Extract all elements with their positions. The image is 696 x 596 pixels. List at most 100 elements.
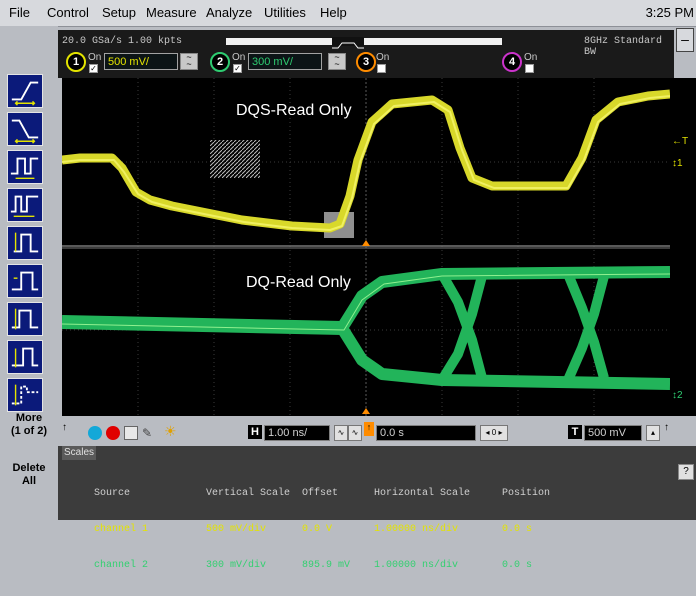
setup-hold-icon xyxy=(11,271,39,291)
transition-icon xyxy=(11,384,39,406)
rising-edge-icon xyxy=(11,81,39,106)
waveform-display[interactable]: DQS-Read Only DQ-Read Only xyxy=(62,78,670,416)
channel-1-icon[interactable]: 1 xyxy=(66,52,86,72)
trigger-slope-icon[interactable]: ↑ xyxy=(664,422,669,433)
waveform-mini-icon xyxy=(332,42,364,49)
clock: 3:25 PM xyxy=(645,5,694,20)
transition-trigger-button[interactable] xyxy=(7,378,43,412)
scales-source-header: Source xyxy=(94,488,131,499)
channel-2-scale-field[interactable]: 300 mV/ xyxy=(248,53,322,70)
help-button[interactable]: ? xyxy=(678,464,694,480)
channel-2-level-marker[interactable]: ↕2 xyxy=(672,390,683,401)
delete-all-label: All xyxy=(21,475,37,487)
rising-edge-trigger-button[interactable] xyxy=(7,74,43,108)
scales-row-2-vertical: 300 mV/div xyxy=(206,560,267,571)
horizontal-increase-button[interactable]: ∿ xyxy=(348,425,362,441)
horizontal-scale-field[interactable]: 1.00 ns/ xyxy=(264,425,330,441)
menu-utilities[interactable]: Utilities xyxy=(264,5,306,20)
pulse-width-trigger-button[interactable] xyxy=(7,150,43,184)
channel-4-checkbox[interactable] xyxy=(525,64,534,73)
channel-1-level-marker[interactable]: ↕1 xyxy=(672,158,683,169)
channel-2-coupling-button[interactable]: ~ ~ xyxy=(328,53,346,70)
channel-1-coupling-button[interactable]: ~ ~ xyxy=(180,53,198,70)
run-icon[interactable] xyxy=(88,426,102,440)
channel-1-checkbox[interactable]: ✓ xyxy=(89,64,98,73)
channel-2-checkbox[interactable]: ✓ xyxy=(233,64,242,73)
trigger-level-field[interactable]: 500 mV xyxy=(584,425,642,441)
waveform-grid xyxy=(62,78,670,416)
falling-edge-trigger-button[interactable] xyxy=(7,112,43,146)
menu-file[interactable]: File xyxy=(9,5,30,20)
menu-setup[interactable]: Setup xyxy=(102,5,136,20)
clear-display-icon[interactable]: ✎ xyxy=(142,426,156,440)
scales-row-1-horizontal: 1.00000 ns/div xyxy=(374,524,459,535)
sample-rate-readout: 20.0 GSa/s 1.00 kpts xyxy=(62,36,183,47)
scales-row-1-offset: 0.0 V xyxy=(302,524,333,535)
channel-3-checkbox[interactable] xyxy=(377,64,386,73)
delay-stepper[interactable]: ◂ 0 ▸ xyxy=(480,425,508,441)
horizontal-decrease-button[interactable]: ∿ xyxy=(334,425,348,441)
channel-1-scale-field[interactable]: 500 mV/ xyxy=(104,53,178,70)
delay-marker-icon: ↑ xyxy=(364,422,374,436)
trigger-level-marker[interactable]: ←T xyxy=(672,136,688,147)
mask-region-hatched xyxy=(210,140,260,178)
autoscale-icon[interactable]: ☀ xyxy=(164,423,178,439)
trigger-level-stepper[interactable]: ▴ xyxy=(646,425,660,441)
menu-measure[interactable]: Measure xyxy=(146,5,197,20)
scales-row-1-position: 0.0 s xyxy=(502,524,533,535)
scales-offset-header: Offset xyxy=(302,488,339,499)
horizontal-label: H xyxy=(248,425,262,439)
scales-row-2-horizontal: 1.00000 ns/div xyxy=(374,560,459,571)
glitch-trigger-button[interactable] xyxy=(7,188,43,222)
setup-hold-trigger-button[interactable] xyxy=(7,264,43,298)
window-icon xyxy=(11,308,39,330)
menu-control[interactable]: Control xyxy=(47,5,89,20)
trigger-point-marker xyxy=(362,240,370,246)
pulse-width-icon xyxy=(10,157,39,179)
lower-waveform-label: DQ-Read Only xyxy=(246,274,351,291)
scales-position-column: Position 0.0 s 0.0 s xyxy=(502,464,550,596)
cursor-arrow-icon[interactable]: ↑ xyxy=(62,422,67,433)
channel-2-on-label: On xyxy=(232,52,246,63)
scales-horizontal-header: Horizontal Scale xyxy=(374,488,471,499)
menu-analyze[interactable]: Analyze xyxy=(206,5,252,20)
scales-tab[interactable]: Scales xyxy=(62,446,96,460)
stop-icon[interactable] xyxy=(106,426,120,440)
runt-trigger-button[interactable] xyxy=(7,226,43,260)
horizontal-delay-field[interactable]: 0.0 s xyxy=(376,425,476,441)
timeout-icon xyxy=(11,347,39,368)
sidebar-toolbar: More (1 of 2) Delete All xyxy=(0,26,58,520)
menu-bar: File Control Setup Measure Analyze Utili… xyxy=(0,0,696,27)
scales-panel: Scales Source channel 1 channel 2 Vertic… xyxy=(58,446,696,571)
delete-label: Delete xyxy=(12,462,46,474)
glitch-icon xyxy=(10,195,39,217)
minimize-button[interactable]: – xyxy=(676,28,694,52)
scales-position-header: Position xyxy=(502,488,551,499)
menu-help[interactable]: Help xyxy=(320,5,347,20)
channel-1-on-label: On xyxy=(88,52,102,63)
bandwidth-readout: 8GHz Standard BW xyxy=(584,36,663,58)
scales-offset-column: Offset 0.0 V 895.9 mV xyxy=(302,464,350,596)
timeout-trigger-button[interactable] xyxy=(7,340,43,374)
more-page-label: (1 of 2) xyxy=(10,425,48,437)
window-trigger-button[interactable] xyxy=(7,302,43,336)
scales-row-1-vertical: 500 mV/div xyxy=(206,524,267,535)
timebase-overview[interactable] xyxy=(226,37,502,49)
channel-2-icon[interactable]: 2 xyxy=(210,52,230,72)
acquisition-bar: 20.0 GSa/s 1.00 kpts 8GHz Standard BW 1 … xyxy=(58,30,674,78)
channel-4-icon[interactable]: 4 xyxy=(502,52,522,72)
channel-3-icon[interactable]: 3 xyxy=(356,52,376,72)
upper-waveform-label: DQS-Read Only xyxy=(236,102,352,119)
trigger-label: T xyxy=(568,425,582,439)
single-acquisition-icon[interactable] xyxy=(124,426,138,440)
scales-vertical-header: Vertical Scale xyxy=(206,488,291,499)
channel-marker-column: ←T ↕1 ↕2 xyxy=(670,78,696,416)
scales-row-2-offset: 895.9 mV xyxy=(302,560,351,571)
channel-3-on-label: On xyxy=(376,52,390,63)
timebase-window-marker[interactable] xyxy=(332,37,364,49)
more-button[interactable]: More (1 of 2) xyxy=(0,412,58,438)
trigger-point-marker-lower xyxy=(362,408,370,414)
scales-row-2-source: channel 2 xyxy=(94,560,149,571)
delete-all-button[interactable]: Delete All xyxy=(0,462,58,488)
runt-icon xyxy=(13,232,39,253)
